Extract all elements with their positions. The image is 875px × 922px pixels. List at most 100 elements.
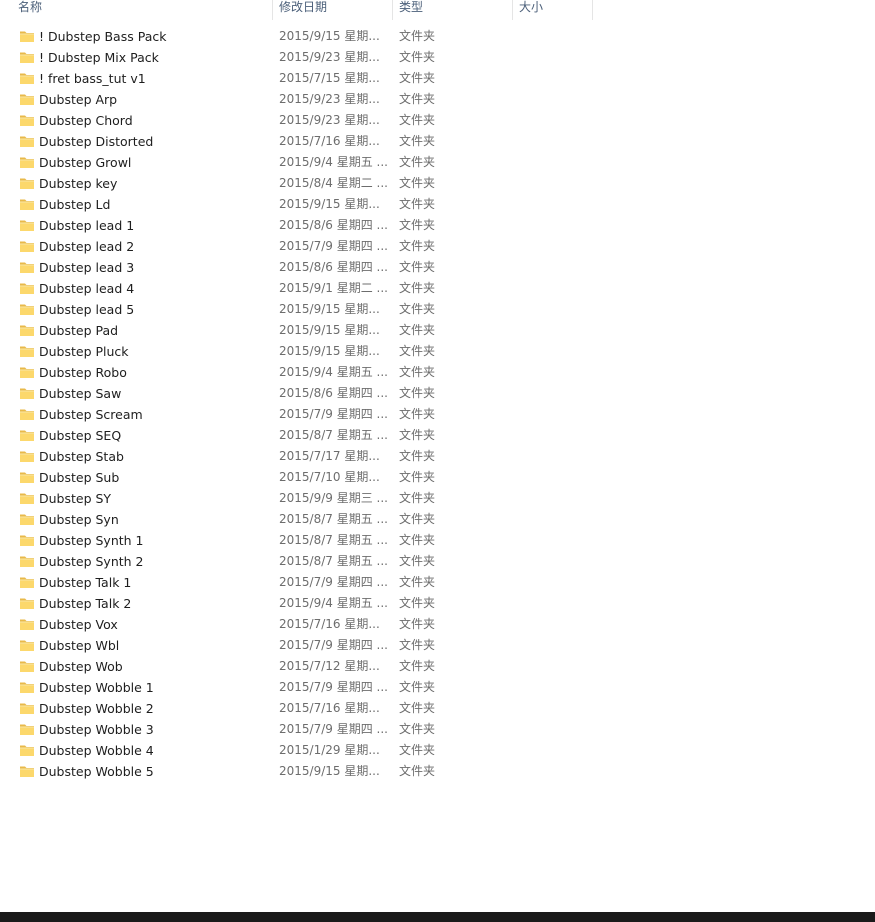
file-name: Dubstep SY: [39, 491, 112, 506]
file-row[interactable]: Dubstep lead 4 2015/9/1 星期二 ... 文件夹: [0, 278, 875, 299]
file-row[interactable]: Dubstep Wobble 5 2015/9/15 星期... 文件夹: [0, 761, 875, 782]
file-type: 文件夹: [399, 638, 436, 652]
file-row[interactable]: ! fret bass_tut v1 2015/7/15 星期... 文件夹: [0, 68, 875, 89]
file-name: Dubstep Stab: [39, 449, 124, 464]
file-row[interactable]: Dubstep Synth 1 2015/8/7 星期五 ... 文件夹: [0, 530, 875, 551]
folder-icon: [19, 658, 35, 674]
folder-icon: [19, 448, 35, 464]
file-row[interactable]: Dubstep key 2015/8/4 星期二 ... 文件夹: [0, 173, 875, 194]
file-row[interactable]: Dubstep SEQ 2015/8/7 星期五 ... 文件夹: [0, 425, 875, 446]
file-row[interactable]: Dubstep Syn 2015/8/7 星期五 ... 文件夹: [0, 509, 875, 530]
file-row[interactable]: Dubstep Scream 2015/7/9 星期四 ... 文件夹: [0, 404, 875, 425]
file-row[interactable]: Dubstep Synth 2 2015/8/7 星期五 ... 文件夹: [0, 551, 875, 572]
file-name: Dubstep Chord: [39, 113, 133, 128]
file-name: ! Dubstep Bass Pack: [39, 29, 167, 44]
file-row[interactable]: Dubstep Saw 2015/8/6 星期四 ... 文件夹: [0, 383, 875, 404]
file-date-modified: 2015/9/9 星期三 ...: [279, 491, 388, 505]
folder-icon: [19, 49, 35, 65]
file-type: 文件夹: [399, 71, 436, 85]
folder-icon: [19, 259, 35, 275]
folder-icon: [19, 511, 35, 527]
file-name: Dubstep Wobble 4: [39, 743, 154, 758]
file-date-modified: 2015/7/16 星期...: [279, 617, 380, 631]
file-date-modified: 2015/9/15 星期...: [279, 302, 380, 316]
file-name: Dubstep Scream: [39, 407, 143, 422]
file-date-modified: 2015/9/15 星期...: [279, 197, 380, 211]
file-row[interactable]: Dubstep Wob 2015/7/12 星期... 文件夹: [0, 656, 875, 677]
file-type: 文件夹: [399, 344, 436, 358]
file-row[interactable]: Dubstep lead 5 2015/9/15 星期... 文件夹: [0, 299, 875, 320]
file-type: 文件夹: [399, 491, 436, 505]
folder-icon: [19, 154, 35, 170]
column-header-date-modified[interactable]: 修改日期: [273, 0, 393, 20]
file-date-modified: 2015/7/9 星期四 ...: [279, 638, 388, 652]
file-row[interactable]: Dubstep Talk 2 2015/9/4 星期五 ... 文件夹: [0, 593, 875, 614]
file-row[interactable]: Dubstep Talk 1 2015/7/9 星期四 ... 文件夹: [0, 572, 875, 593]
file-type: 文件夹: [399, 113, 436, 127]
folder-icon: [19, 175, 35, 191]
file-row[interactable]: Dubstep lead 1 2015/8/6 星期四 ... 文件夹: [0, 215, 875, 236]
column-header-size[interactable]: 大小: [513, 0, 593, 20]
file-row[interactable]: Dubstep Distorted 2015/7/16 星期... 文件夹: [0, 131, 875, 152]
file-date-modified: 2015/9/15 星期...: [279, 29, 380, 43]
file-name: Dubstep Pad: [39, 323, 119, 338]
file-date-modified: 2015/9/15 星期...: [279, 344, 380, 358]
file-row[interactable]: Dubstep Sub 2015/7/10 星期... 文件夹: [0, 467, 875, 488]
file-type: 文件夹: [399, 92, 436, 106]
file-row[interactable]: ! Dubstep Mix Pack 2015/9/23 星期... 文件夹: [0, 47, 875, 68]
file-date-modified: 2015/7/15 星期...: [279, 71, 380, 85]
file-row[interactable]: Dubstep lead 2 2015/7/9 星期四 ... 文件夹: [0, 236, 875, 257]
file-date-modified: 2015/8/7 星期五 ...: [279, 428, 388, 442]
file-row[interactable]: Dubstep Arp 2015/9/23 星期... 文件夹: [0, 89, 875, 110]
folder-icon: [19, 595, 35, 611]
file-type: 文件夹: [399, 260, 436, 274]
file-row[interactable]: Dubstep Wobble 3 2015/7/9 星期四 ... 文件夹: [0, 719, 875, 740]
file-name: Dubstep Wobble 1: [39, 680, 154, 695]
folder-icon: [19, 616, 35, 632]
file-date-modified: 2015/8/4 星期二 ...: [279, 176, 388, 190]
file-row[interactable]: Dubstep Wobble 1 2015/7/9 星期四 ... 文件夹: [0, 677, 875, 698]
file-row[interactable]: Dubstep Pluck 2015/9/15 星期... 文件夹: [0, 341, 875, 362]
file-name: Dubstep lead 4: [39, 281, 135, 296]
file-type: 文件夹: [399, 743, 436, 757]
file-row[interactable]: Dubstep Vox 2015/7/16 星期... 文件夹: [0, 614, 875, 635]
column-header-type[interactable]: 类型: [393, 0, 513, 20]
file-type: 文件夹: [399, 323, 436, 337]
file-row[interactable]: Dubstep Wobble 4 2015/1/29 星期... 文件夹: [0, 740, 875, 761]
file-type: 文件夹: [399, 428, 436, 442]
file-name: Dubstep Sub: [39, 470, 120, 485]
file-date-modified: 2015/7/16 星期...: [279, 701, 380, 715]
column-header-name[interactable]: 名称: [12, 0, 273, 20]
file-type: 文件夹: [399, 575, 436, 589]
file-date-modified: 2015/7/9 星期四 ...: [279, 722, 388, 736]
file-row[interactable]: Dubstep Growl 2015/9/4 星期五 ... 文件夹: [0, 152, 875, 173]
file-row[interactable]: Dubstep Wbl 2015/7/9 星期四 ... 文件夹: [0, 635, 875, 656]
file-name: Dubstep lead 1: [39, 218, 135, 233]
file-list: ! Dubstep Bass Pack 2015/9/15 星期... 文件夹 ! D…: [0, 26, 875, 782]
file-date-modified: 2015/7/9 星期四 ...: [279, 680, 388, 694]
file-name: Dubstep Arp: [39, 92, 118, 107]
file-date-modified: 2015/9/23 星期...: [279, 92, 380, 106]
file-name: Dubstep Synth 1: [39, 533, 144, 548]
file-row[interactable]: Dubstep Robo 2015/9/4 星期五 ... 文件夹: [0, 362, 875, 383]
file-name: Dubstep Robo: [39, 365, 127, 380]
file-row[interactable]: ! Dubstep Bass Pack 2015/9/15 星期... 文件夹: [0, 26, 875, 47]
file-type: 文件夹: [399, 680, 436, 694]
folder-icon: [19, 637, 35, 653]
file-type: 文件夹: [399, 197, 436, 211]
file-row[interactable]: Dubstep Stab 2015/7/17 星期... 文件夹: [0, 446, 875, 467]
folder-icon: [19, 406, 35, 422]
file-type: 文件夹: [399, 386, 436, 400]
file-name: ! Dubstep Mix Pack: [39, 50, 159, 65]
file-row[interactable]: Dubstep Chord 2015/9/23 星期... 文件夹: [0, 110, 875, 131]
file-type: 文件夹: [399, 617, 436, 631]
file-type: 文件夹: [399, 218, 436, 232]
file-row[interactable]: Dubstep Wobble 2 2015/7/16 星期... 文件夹: [0, 698, 875, 719]
file-type: 文件夹: [399, 701, 436, 715]
file-row[interactable]: Dubstep lead 3 2015/8/6 星期四 ... 文件夹: [0, 257, 875, 278]
file-type: 文件夹: [399, 407, 436, 421]
file-row[interactable]: Dubstep SY 2015/9/9 星期三 ... 文件夹: [0, 488, 875, 509]
file-row[interactable]: Dubstep Ld 2015/9/15 星期... 文件夹: [0, 194, 875, 215]
file-row[interactable]: Dubstep Pad 2015/9/15 星期... 文件夹: [0, 320, 875, 341]
folder-icon: [19, 700, 35, 716]
